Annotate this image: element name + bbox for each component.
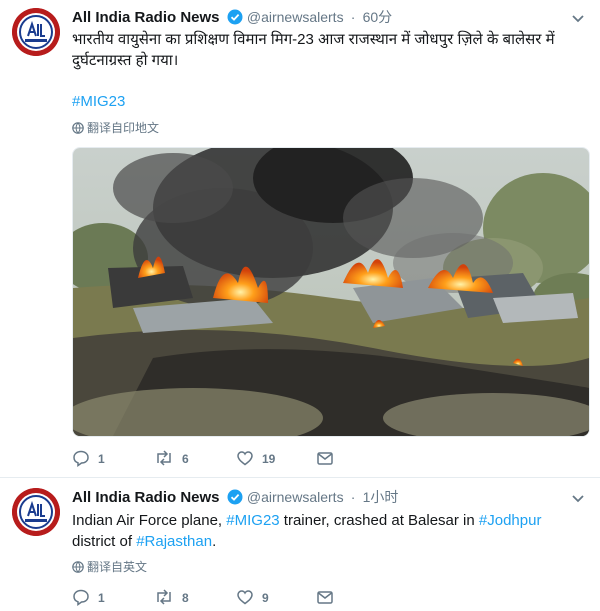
crash-photo xyxy=(73,148,589,436)
separator-dot: · xyxy=(350,489,356,505)
hashtag-link[interactable]: #Rajasthan xyxy=(136,533,212,550)
author-handle[interactable]: @airnewsalerts xyxy=(247,489,344,505)
timestamp[interactable]: 1小时 xyxy=(363,489,399,505)
avatar[interactable] xyxy=(12,488,60,536)
timestamp[interactable]: 60分 xyxy=(363,9,393,25)
reply-button[interactable]: 1 xyxy=(72,449,105,469)
tweet-actions: 1 8 9 xyxy=(72,588,492,608)
hashtag-link[interactable]: #MIG23 xyxy=(72,91,588,112)
translate-label: 翻译自英文 xyxy=(87,560,148,574)
retweet-count: 8 xyxy=(182,591,189,605)
like-button[interactable]: 9 xyxy=(236,588,269,608)
globe-icon xyxy=(72,122,84,134)
separator-dot: · xyxy=(350,9,356,25)
author-name[interactable]: All India Radio News xyxy=(72,489,220,506)
reply-button[interactable]: 1 xyxy=(72,588,105,608)
author-handle[interactable]: @airnewsalerts xyxy=(247,9,344,25)
share-icon xyxy=(317,591,333,604)
tweet-actions: 1 6 19 xyxy=(72,449,492,469)
like-button[interactable]: 19 xyxy=(236,449,275,469)
retweet-icon xyxy=(157,589,171,605)
retweet-button[interactable]: 8 xyxy=(154,588,189,608)
chevron-down-icon[interactable] xyxy=(570,490,586,506)
text-segment: Indian Air Force plane, xyxy=(72,512,227,529)
tweet-image[interactable] xyxy=(72,147,590,437)
reply-icon xyxy=(73,450,89,467)
like-icon xyxy=(237,451,253,466)
like-count: 9 xyxy=(262,591,269,605)
like-count: 19 xyxy=(262,452,276,466)
chevron-down-icon[interactable] xyxy=(570,10,586,26)
hashtag-link[interactable]: #MIG23 xyxy=(226,512,279,529)
translate-label: 翻译自印地文 xyxy=(87,121,160,135)
verified-badge-icon xyxy=(227,489,243,512)
tweet-header: All India Radio News @airnewsalerts · 1小… xyxy=(72,486,398,508)
author-name[interactable]: All India Radio News xyxy=(72,9,220,26)
tweet-text: Indian Air Force plane, #MIG23 trainer, … xyxy=(72,510,588,552)
tweet[interactable]: All India Radio News @airnewsalerts · 1小… xyxy=(0,478,600,611)
hashtag-link[interactable]: #Jodhpur xyxy=(479,512,542,529)
globe-icon xyxy=(72,561,84,573)
tweet[interactable]: All India Radio News @airnewsalerts · 60… xyxy=(0,0,600,478)
retweet-count: 6 xyxy=(182,452,189,466)
share-button[interactable] xyxy=(316,449,342,469)
reply-count: 1 xyxy=(98,452,105,466)
retweet-button[interactable]: 6 xyxy=(154,449,189,469)
share-icon xyxy=(317,452,333,465)
tweet-text: भारतीय वायुसेना का प्रशिक्षण विमान मिग-2… xyxy=(72,31,555,69)
like-icon xyxy=(237,590,253,605)
text-segment: . xyxy=(212,533,217,550)
reply-count: 1 xyxy=(98,591,105,605)
reply-icon xyxy=(73,589,89,606)
translate-link[interactable]: 翻译自英文 xyxy=(72,559,147,575)
share-button[interactable] xyxy=(316,588,342,608)
avatar[interactable] xyxy=(12,8,60,56)
text-segment: district of xyxy=(72,533,137,550)
tweet-header: All India Radio News @airnewsalerts · 60… xyxy=(72,6,392,28)
text-segment: trainer, crashed at Balesar in xyxy=(279,512,479,529)
retweet-icon xyxy=(157,450,171,466)
translate-link[interactable]: 翻译自印地文 xyxy=(72,120,159,136)
